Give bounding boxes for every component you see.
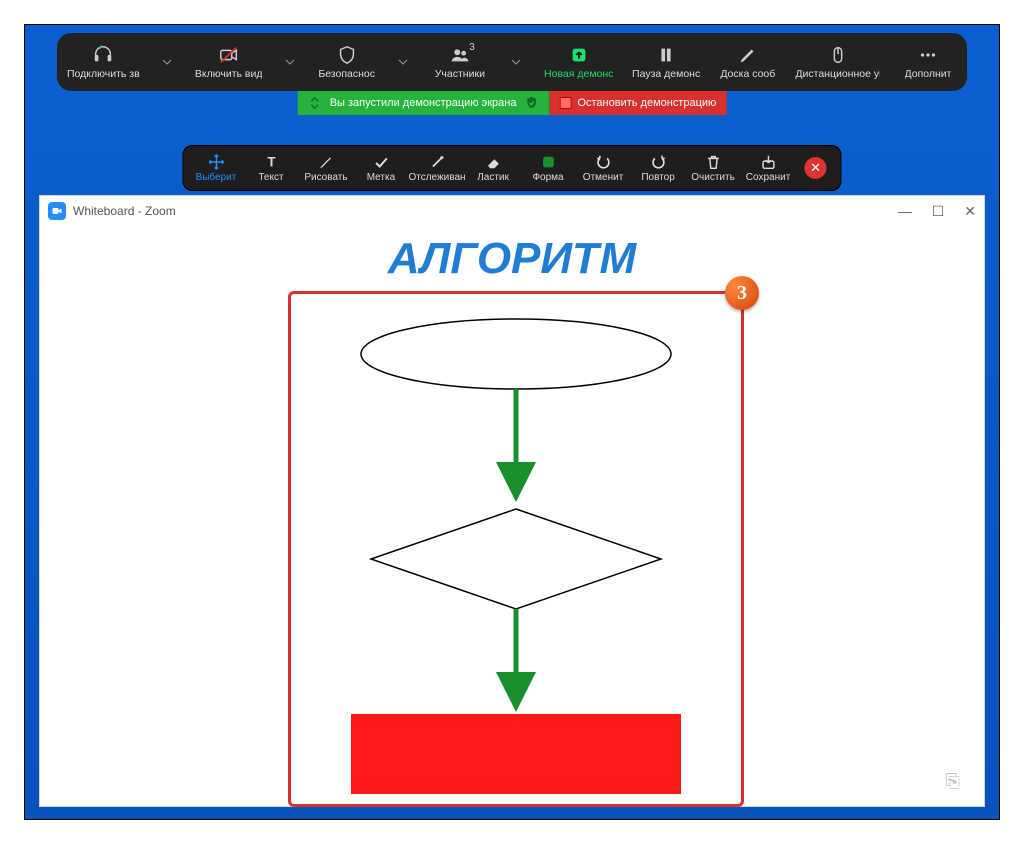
camera-off-icon: [218, 44, 240, 66]
window-maximize[interactable]: ☐: [932, 203, 945, 220]
tool-save[interactable]: Сохранит: [741, 145, 796, 191]
tool-eraser[interactable]: Ластик: [466, 145, 521, 191]
tool-spotlight[interactable]: Отслеживан: [408, 145, 465, 191]
tool-undo-label: Отменит: [583, 172, 623, 183]
draw-icon: [317, 153, 335, 171]
tool-clear[interactable]: Очистить: [686, 145, 741, 191]
video-button[interactable]: Включить вид: [195, 44, 263, 80]
participants-caret[interactable]: [507, 53, 525, 71]
text-icon: T: [262, 153, 280, 171]
handle-icon: [308, 96, 322, 110]
tool-spotlight-label: Отслеживан: [408, 172, 465, 183]
tool-draw[interactable]: Рисовать: [298, 145, 353, 191]
more-icon: [917, 44, 939, 66]
window-close[interactable]: ✕: [964, 203, 976, 220]
tool-draw-label: Рисовать: [304, 172, 347, 183]
flow-decision-node[interactable]: [371, 509, 661, 609]
tool-select[interactable]: Выберит: [188, 145, 243, 191]
tool-text-label: Текст: [258, 172, 283, 183]
stop-share-button[interactable]: Остановить демонстрацию: [549, 91, 726, 115]
tool-undo[interactable]: Отменит: [576, 145, 631, 191]
selection-highlight: 3: [288, 291, 744, 807]
redo-icon: [649, 153, 667, 171]
mouse-icon: [827, 44, 849, 66]
participants-button[interactable]: 3 Участники: [431, 44, 489, 80]
new-share-label: Новая демонс: [544, 68, 613, 80]
audio-button[interactable]: Подключить зв: [67, 44, 140, 80]
window-minimize[interactable]: —: [898, 203, 912, 219]
close-icon: ✕: [805, 157, 827, 179]
wand-icon: [428, 153, 446, 171]
whiteboard-window: Whiteboard - Zoom — ☐ ✕ АЛГОРИТМ 3: [39, 195, 985, 807]
share-status-text: Вы запустили демонстрацию экрана: [330, 97, 517, 109]
pause-share-button[interactable]: Пауза демонс: [632, 44, 700, 80]
security-caret[interactable]: [394, 53, 412, 71]
trash-icon: [704, 153, 722, 171]
pencil-icon: [737, 44, 759, 66]
stop-icon: [559, 97, 571, 109]
zoom-meeting-toolbar: Подключить зв Включить вид Безопаснос 3 …: [57, 33, 967, 91]
annotate-label: Доска сооб: [720, 68, 775, 80]
remote-label: Дистанционное уп: [795, 68, 880, 80]
shield-icon: [336, 44, 358, 66]
whiteboard-titlebar: Whiteboard - Zoom — ☐ ✕: [40, 196, 984, 227]
annotate-button[interactable]: Доска сооб: [719, 44, 777, 80]
tool-redo-label: Повтор: [641, 172, 674, 183]
annotation-close[interactable]: ✕: [796, 145, 836, 191]
tool-format[interactable]: Форма: [521, 145, 576, 191]
security-button[interactable]: Безопаснос: [318, 44, 376, 80]
tool-eraser-label: Ластик: [477, 172, 509, 183]
tool-redo[interactable]: Повтор: [631, 145, 686, 191]
eraser-icon: [484, 153, 502, 171]
flow-start-node[interactable]: [361, 319, 671, 389]
more-label: Дополнит: [905, 68, 952, 80]
share-status-info: Вы запустили демонстрацию экрана: [298, 91, 550, 115]
participants-icon: [449, 44, 471, 66]
video-caret[interactable]: [281, 53, 299, 71]
pause-share-label: Пауза демонс: [632, 68, 700, 80]
save-icon: [759, 153, 777, 171]
color-swatch-icon: [539, 153, 557, 171]
annotation-toolbar: Выберит T Текст Рисовать Метка Отслежива…: [182, 145, 841, 191]
stop-share-text: Остановить демонстрацию: [577, 97, 716, 109]
new-share-button[interactable]: Новая демонс: [544, 44, 613, 80]
tool-select-label: Выберит: [196, 172, 237, 183]
pause-icon: [655, 44, 677, 66]
desktop-background: Подключить зв Включить вид Безопаснос 3 …: [24, 24, 1000, 820]
flowchart-drawing: [291, 294, 741, 804]
tool-save-label: Сохранит: [746, 172, 790, 183]
whiteboard-canvas[interactable]: АЛГОРИТМ 3: [40, 226, 984, 806]
flow-process-node[interactable]: [351, 714, 681, 794]
tool-stamp[interactable]: Метка: [353, 145, 408, 191]
more-button[interactable]: Дополнит: [899, 44, 957, 80]
remote-control-button[interactable]: Дистанционное уп: [795, 44, 880, 80]
participants-count: 3: [469, 42, 475, 53]
tool-clear-label: Очистить: [691, 172, 735, 183]
move-icon: [207, 153, 225, 171]
video-label: Включить вид: [195, 68, 263, 80]
check-icon: [372, 153, 390, 171]
audio-label: Подключить зв: [67, 68, 140, 80]
shield-check-icon: [524, 96, 538, 110]
participants-label: Участники: [435, 68, 485, 80]
audio-caret[interactable]: [158, 53, 176, 71]
security-label: Безопаснос: [318, 68, 375, 80]
undo-icon: [594, 153, 612, 171]
tool-text[interactable]: T Текст: [243, 145, 298, 191]
share-status-bar: Вы запустили демонстрацию экрана Останов…: [298, 91, 727, 115]
headset-icon: [92, 44, 114, 66]
tool-stamp-label: Метка: [367, 172, 395, 183]
add-page-button[interactable]: ⎘: [946, 771, 960, 792]
zoom-app-icon: [48, 202, 66, 220]
canvas-heading: АЛГОРИТМ: [388, 234, 636, 284]
svg-text:T: T: [267, 155, 276, 170]
tool-format-label: Форма: [532, 172, 563, 183]
whiteboard-title-text: Whiteboard - Zoom: [73, 204, 176, 218]
share-up-icon: [568, 44, 590, 66]
